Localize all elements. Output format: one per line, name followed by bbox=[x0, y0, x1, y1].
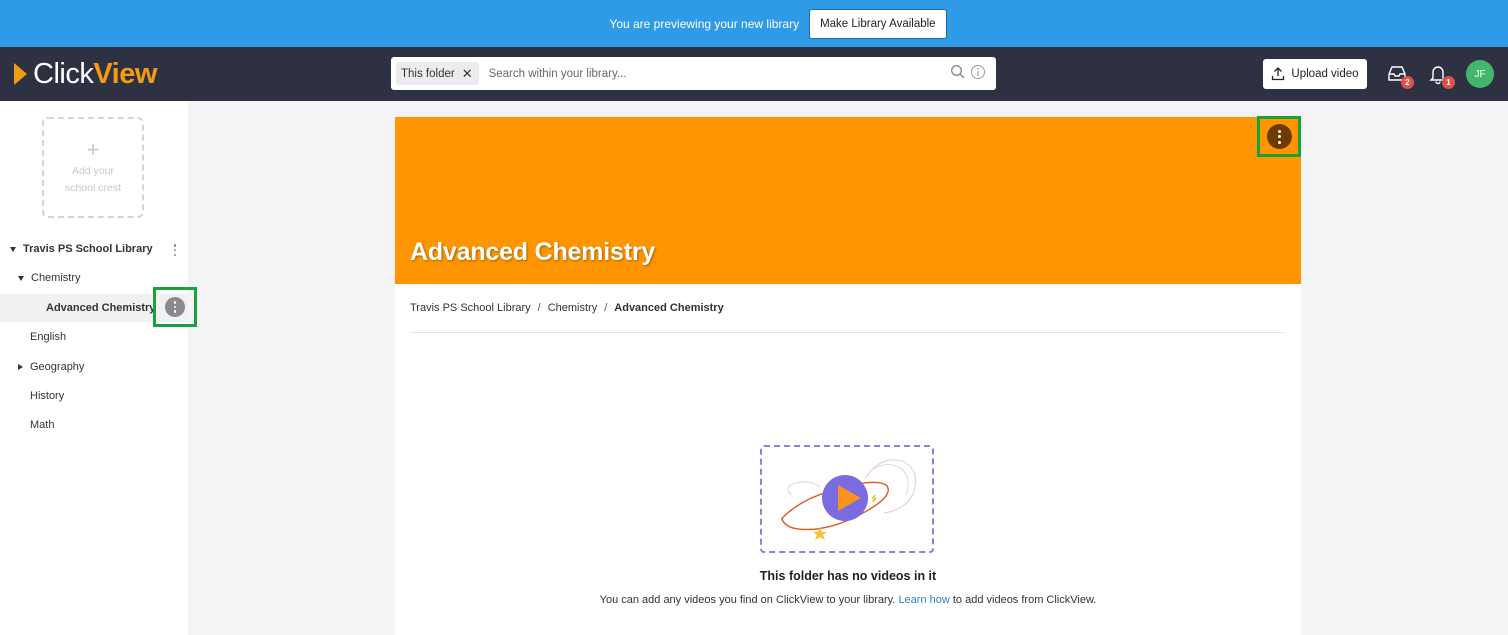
breadcrumb-item[interactable]: Chemistry bbox=[548, 302, 598, 314]
preview-banner: You are previewing your new library Make… bbox=[0, 0, 1508, 47]
caret-down-icon[interactable] bbox=[10, 246, 16, 252]
search-scope-chip: This folder ✕ bbox=[396, 62, 479, 85]
tree-item-chemistry[interactable]: Chemistry bbox=[18, 268, 81, 288]
folder-hero-banner: Advanced Chemistry bbox=[395, 117, 1301, 284]
tree-item-label: Chemistry bbox=[31, 272, 81, 284]
breadcrumb-current: Advanced Chemistry bbox=[614, 302, 724, 314]
plus-icon: + bbox=[86, 136, 100, 162]
tree-item-english[interactable]: English bbox=[30, 327, 66, 347]
folder-title: Advanced Chemistry bbox=[410, 238, 656, 266]
upload-icon bbox=[1272, 67, 1285, 81]
search-icon[interactable] bbox=[950, 64, 966, 80]
learn-how-link[interactable]: Learn how bbox=[898, 594, 949, 606]
upload-video-label: Upload video bbox=[1291, 68, 1359, 80]
preview-banner-text: You are previewing your new library bbox=[609, 16, 800, 31]
tree-root-library[interactable]: Travis PS School Library bbox=[10, 239, 153, 259]
crest-label-line1: Add your bbox=[71, 164, 115, 177]
user-avatar[interactable]: JF bbox=[1466, 60, 1494, 88]
caret-down-icon[interactable] bbox=[18, 275, 24, 281]
divider bbox=[410, 332, 1285, 333]
notifications-badge: 1 bbox=[1442, 76, 1455, 89]
make-library-available-button[interactable]: Make Library Available bbox=[809, 8, 947, 39]
caret-right-icon[interactable] bbox=[18, 364, 23, 370]
tree-item-label: Math bbox=[30, 419, 55, 431]
empty-state-text-before: You can add any videos you find on Click… bbox=[599, 594, 896, 606]
clickview-logo[interactable]: ClickView bbox=[14, 57, 157, 90]
tree-item-math[interactable]: Math bbox=[30, 415, 54, 435]
video-illustration-icon bbox=[780, 459, 917, 540]
inbox-badge: 2 bbox=[1401, 76, 1414, 89]
folder-content: Travis PS School Library / Chemistry / A… bbox=[395, 284, 1301, 635]
logo-text-view: View bbox=[93, 57, 157, 90]
tree-item-geography[interactable]: Geography bbox=[18, 357, 84, 377]
tree-item-label: Geography bbox=[30, 361, 85, 373]
tree-item-label: Advanced Chemistry bbox=[46, 302, 156, 314]
top-navigation: ClickView This folder ✕ Upload video 2 1 bbox=[0, 47, 1508, 101]
remove-scope-icon[interactable]: ✕ bbox=[462, 66, 473, 82]
empty-state-text: You can add any videos you find on Click… bbox=[395, 594, 1301, 606]
empty-state-text-after: to add videos from ClickView. bbox=[952, 594, 1097, 606]
search-input[interactable] bbox=[488, 67, 929, 80]
search-bar: This folder ✕ bbox=[391, 57, 996, 90]
logo-text-click: Click bbox=[33, 57, 94, 90]
tree-item-label: English bbox=[30, 331, 67, 343]
add-school-crest[interactable]: + Add your school crest bbox=[42, 117, 144, 218]
tree-item-label: History bbox=[30, 390, 65, 402]
logo-play-icon bbox=[14, 63, 27, 85]
folder-more-options-icon[interactable] bbox=[165, 297, 185, 317]
upload-video-button[interactable]: Upload video bbox=[1263, 59, 1367, 89]
tree-root-label: Travis PS School Library bbox=[23, 243, 153, 255]
tree-item-advanced-chemistry[interactable]: Advanced Chemistry bbox=[46, 298, 155, 318]
inbox-button[interactable]: 2 bbox=[1386, 63, 1414, 89]
library-sidebar: + Add your school crest Travis PS School… bbox=[0, 101, 197, 635]
info-icon[interactable] bbox=[970, 64, 986, 80]
crest-label-line2: school crest bbox=[64, 181, 122, 194]
library-more-options-icon[interactable] bbox=[170, 242, 180, 258]
tree-item-history[interactable]: History bbox=[30, 386, 64, 406]
empty-folder-illustration bbox=[760, 445, 934, 553]
search-scope-label: This folder bbox=[401, 67, 455, 80]
hero-more-options-icon[interactable] bbox=[1267, 124, 1292, 149]
breadcrumb-item[interactable]: Travis PS School Library bbox=[410, 302, 531, 314]
breadcrumb: Travis PS School Library / Chemistry / A… bbox=[410, 302, 724, 314]
empty-state-title: This folder has no videos in it bbox=[759, 569, 937, 583]
notifications-button[interactable]: 1 bbox=[1427, 63, 1455, 89]
